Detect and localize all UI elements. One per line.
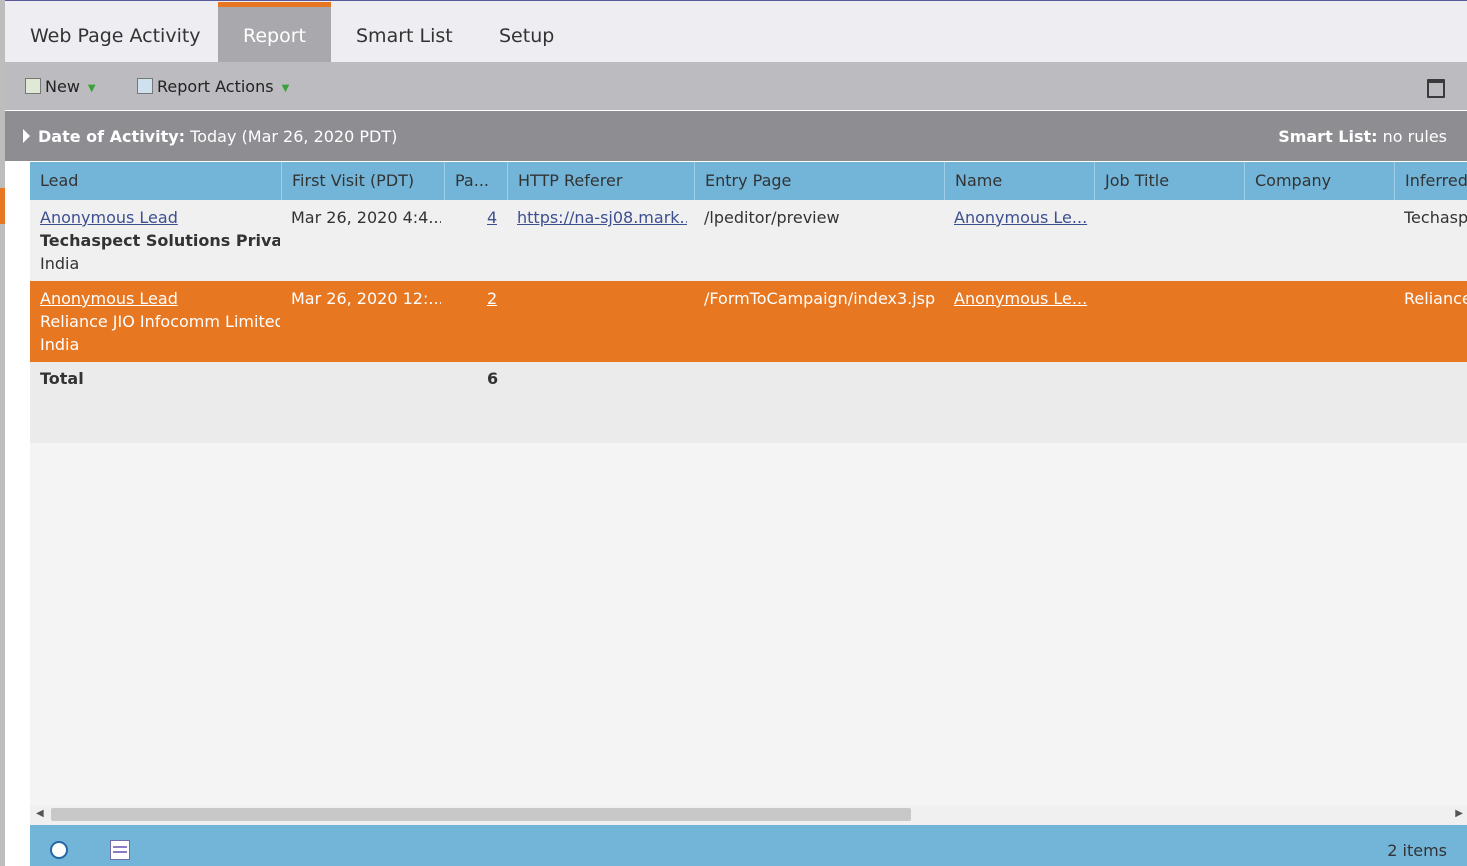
item-count: 2 items xyxy=(1387,841,1447,860)
dropdown-arrow-icon: ▼ xyxy=(281,83,290,94)
first-visit-cell: Mar 26, 2020 4:4... xyxy=(291,208,441,227)
column-header-entry-page[interactable]: Entry Page xyxy=(695,162,945,200)
refresh-icon[interactable] xyxy=(50,841,68,859)
tab-web-page-activity[interactable]: Web Page Activity xyxy=(5,2,226,62)
column-settings-icon[interactable] xyxy=(110,840,130,860)
name-link[interactable]: Anonymous Le... xyxy=(954,206,1089,229)
filter-bar: Date of Activity: Today (Mar 26, 2020 PD… xyxy=(5,111,1467,161)
total-pages: 6 xyxy=(487,369,499,388)
tab-setup[interactable]: Setup xyxy=(474,2,579,62)
inferred-cell: Techasp xyxy=(1404,208,1467,227)
table-row[interactable]: Anonymous Lead Techaspect Solutions Priv… xyxy=(30,200,1467,281)
scroll-right-icon[interactable]: ▶ xyxy=(1455,808,1463,819)
name-link[interactable]: Anonymous Le... xyxy=(954,287,1089,310)
filter-icon xyxy=(23,129,30,143)
left-rail-accent xyxy=(0,188,5,224)
maximize-window-icon[interactable] xyxy=(1427,79,1445,98)
smart-list-label: Smart List: xyxy=(1278,127,1378,146)
table-row-selected[interactable]: Anonymous Lead Reliance JIO Infocomm Lim… xyxy=(30,281,1467,362)
dropdown-arrow-icon: ▼ xyxy=(87,83,96,94)
report-actions-button[interactable]: Report Actions ▼ xyxy=(137,76,289,98)
total-row: Total 6 xyxy=(30,362,1467,443)
lead-company: Reliance JIO Infocomm Limited xyxy=(40,312,280,331)
column-header-first-visit[interactable]: First Visit (PDT) xyxy=(282,162,445,200)
http-referer-link[interactable]: https://na-sj08.mark... xyxy=(517,206,687,229)
lead-country: India xyxy=(40,335,80,354)
toolbar: New ▼ Report Actions ▼ xyxy=(5,62,1467,110)
date-filter-value: Today (Mar 26, 2020 PDT) xyxy=(190,127,398,146)
report-grid: Lead First Visit (PDT) Pa... HTTP Refere… xyxy=(30,162,1467,805)
grid-footer: 2 items xyxy=(30,825,1467,866)
inferred-cell: Reliance xyxy=(1404,289,1467,308)
lead-link[interactable]: Anonymous Lead xyxy=(40,287,280,310)
new-button[interactable]: New ▼ xyxy=(25,76,96,98)
total-label: Total xyxy=(40,369,84,388)
column-header-company[interactable]: Company xyxy=(1245,162,1395,200)
column-header-name[interactable]: Name xyxy=(945,162,1095,200)
first-visit-cell: Mar 26, 2020 12:... xyxy=(291,289,441,308)
column-header-job-title[interactable]: Job Title xyxy=(1095,162,1245,200)
new-label: New xyxy=(45,77,80,96)
tab-smart-list[interactable]: Smart List xyxy=(331,2,478,62)
pages-link[interactable]: 4 xyxy=(487,206,497,229)
scrollbar-thumb[interactable] xyxy=(51,808,911,821)
column-header-lead[interactable]: Lead xyxy=(30,162,282,200)
report-actions-label: Report Actions xyxy=(157,77,274,96)
entry-page-cell: /lpeditor/preview xyxy=(704,208,840,227)
pages-link[interactable]: 2 xyxy=(487,287,497,310)
date-filter-label: Date of Activity: xyxy=(38,127,186,146)
entry-page-cell: /FormToCampaign/index3.jsp xyxy=(704,289,936,308)
lead-company: Techaspect Solutions Private l xyxy=(40,231,280,250)
lead-link[interactable]: Anonymous Lead xyxy=(40,206,280,229)
new-icon xyxy=(25,78,41,94)
date-filter[interactable]: Date of Activity: Today (Mar 26, 2020 PD… xyxy=(23,127,397,146)
column-header-pages[interactable]: Pa... xyxy=(445,162,508,200)
column-header-inferred[interactable]: Inferred xyxy=(1395,162,1467,200)
horizontal-scrollbar[interactable]: ◀ ▶ xyxy=(30,805,1467,825)
smart-list-filter[interactable]: Smart List: no rules xyxy=(1278,127,1447,146)
tab-bar: Web Page Activity Report Smart List Setu… xyxy=(5,1,1467,62)
smart-list-value: no rules xyxy=(1382,127,1447,146)
tab-report[interactable]: Report xyxy=(218,2,331,62)
report-actions-icon xyxy=(137,78,153,94)
grid-header: Lead First Visit (PDT) Pa... HTTP Refere… xyxy=(30,162,1467,200)
scroll-left-icon[interactable]: ◀ xyxy=(36,808,44,819)
lead-country: India xyxy=(40,254,80,273)
column-header-http-referer[interactable]: HTTP Referer xyxy=(508,162,695,200)
